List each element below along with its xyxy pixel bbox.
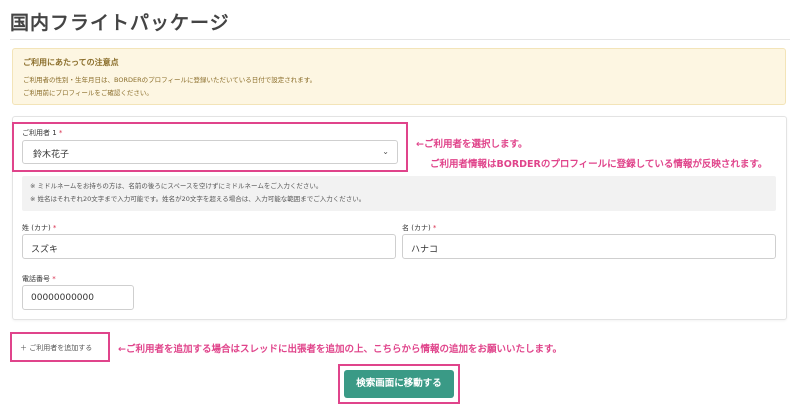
user-select-label: ご利用者 1 *: [22, 128, 62, 138]
last-name-label-text: 姓 (カナ): [22, 224, 51, 232]
help-line: ※ ミドルネームをお持ちの方は、名前の後ろにスペースを空けずにミドルネームをご入…: [30, 182, 323, 190]
required-mark: *: [58, 129, 63, 137]
notice-box: ご利用にあたっての注意点 ご利用者の性別・生年月日は、BORDERのプロフィール…: [12, 48, 786, 105]
name-help-box: ※ ミドルネームをお持ちの方は、名前の後ろにスペースを空けずにミドルネームをご入…: [22, 176, 776, 211]
last-name-label: 姓 (カナ) *: [22, 223, 56, 233]
phone-label: 電話番号 *: [22, 274, 56, 284]
add-user-button[interactable]: ＋ ご利用者を追加する: [10, 332, 110, 362]
help-line: ※ 姓名はそれぞれ20文字まで入力可能です。姓名が20文字を超える場合は、入力可…: [30, 195, 366, 203]
user-select-label-text: ご利用者 1: [22, 129, 57, 137]
notice-line: ご利用者の性別・生年月日は、BORDERのプロフィールに登録いただいている日付で…: [23, 76, 317, 84]
annotation-select-user-detail: ご利用者情報はBORDERのプロフィールに登録している情報が反映されます。: [430, 159, 768, 170]
notice-line: ご利用前にプロフィールをご確認ください。: [23, 89, 153, 97]
annotation-add-user: ←ご利用者を追加する場合はスレッドに出張者を追加の上、こちらから情報の追加をお願…: [118, 344, 563, 355]
search-screen-button[interactable]: 検索画面に移動する: [344, 370, 454, 398]
required-mark: *: [52, 224, 57, 232]
first-name-label: 名 (カナ) *: [402, 223, 436, 233]
chevron-down-icon: ⌄: [382, 147, 389, 156]
phone-label-text: 電話番号: [22, 275, 50, 283]
first-name-input[interactable]: ハナコ: [402, 234, 776, 259]
notice-title: ご利用にあたっての注意点: [23, 58, 119, 67]
required-mark: *: [52, 275, 56, 283]
phone-input[interactable]: 00000000000: [22, 285, 134, 310]
required-mark: *: [432, 224, 437, 232]
user-select-value: 鈴木花子: [33, 150, 70, 160]
annotation-select-user: ←ご利用者を選択します。: [416, 139, 528, 150]
first-name-label-text: 名 (カナ): [402, 224, 431, 232]
title-divider: [10, 39, 790, 40]
page-title: 国内フライトパッケージ: [10, 12, 230, 34]
last-name-input[interactable]: スズキ: [22, 234, 396, 259]
user-select[interactable]: 鈴木花子 ⌄: [22, 140, 398, 164]
